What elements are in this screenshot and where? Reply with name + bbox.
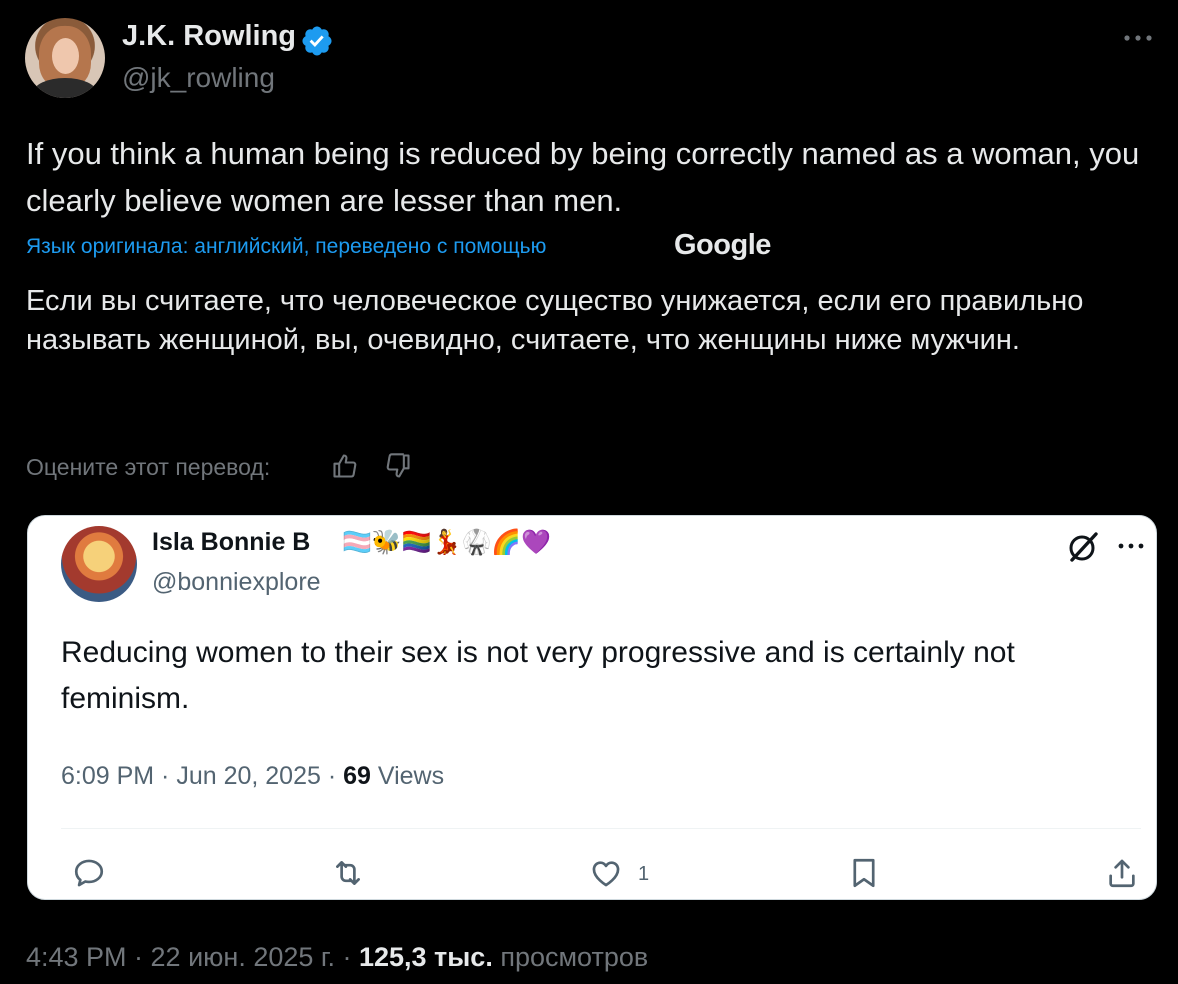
- like-count: 1: [638, 863, 650, 885]
- divider: [61, 828, 1141, 829]
- thumbs-down-icon[interactable]: [384, 452, 412, 480]
- quoted-tweet-card[interactable]: Isla Bonnie B 🏳️‍⚧️🐝🏳️‍🌈💃🥋🌈💜 @bonniexplo…: [27, 515, 1157, 900]
- author-handle[interactable]: @jk_rowling: [122, 62, 275, 94]
- reply-icon[interactable]: [70, 856, 108, 890]
- verified-badge-icon: [302, 26, 332, 56]
- tweet-footer-meta: 4:43 PM · 22 июн. 2025 г. · 125,3 тыс. п…: [26, 942, 648, 973]
- like-icon[interactable]: [586, 856, 626, 890]
- tweet-views-count: 125,3 тыс.: [358, 942, 493, 972]
- quoted-views-count: 69: [343, 762, 371, 790]
- grok-icon[interactable]: [1066, 530, 1100, 564]
- retweet-icon[interactable]: [328, 856, 368, 890]
- author-name[interactable]: J.K. Rowling: [122, 20, 296, 53]
- quoted-author-handle[interactable]: @bonniexplore: [152, 568, 321, 597]
- more-icon[interactable]: [1121, 26, 1155, 50]
- quoted-author-avatar[interactable]: [61, 526, 137, 602]
- quoted-author-emojis: 🏳️‍⚧️🐝🏳️‍🌈💃🥋🌈💜: [342, 529, 552, 556]
- google-logo: Google: [674, 229, 771, 261]
- quoted-tweet-time[interactable]: 6:09 PM · Jun 20, 2025 ·: [61, 762, 343, 790]
- quoted-views-label: Views: [370, 762, 445, 790]
- share-icon[interactable]: [1104, 856, 1140, 890]
- bookmark-icon[interactable]: [846, 856, 882, 890]
- translation-attribution[interactable]: Язык оригинала: английский, переведено с…: [26, 235, 546, 259]
- thumbs-up-icon[interactable]: [331, 452, 359, 480]
- author-avatar[interactable]: [25, 18, 105, 98]
- quoted-tweet-meta: 6:09 PM · Jun 20, 2025 · 69 Views: [61, 762, 444, 791]
- tweet-views-label: просмотров: [492, 942, 649, 972]
- quoted-tweet-text: Reducing women to their sex is not very …: [61, 636, 1015, 715]
- rate-translation-label: Оцените этот перевод:: [26, 454, 271, 480]
- translated-text: Если вы считаете, что человеческое сущес…: [26, 285, 1084, 356]
- quoted-author-name[interactable]: Isla Bonnie B: [152, 528, 310, 557]
- tweet-text: If you think a human being is reduced by…: [26, 136, 1140, 218]
- tweet-timestamp[interactable]: 4:43 PM · 22 июн. 2025 г. ·: [26, 942, 359, 972]
- more-icon[interactable]: [1116, 536, 1146, 556]
